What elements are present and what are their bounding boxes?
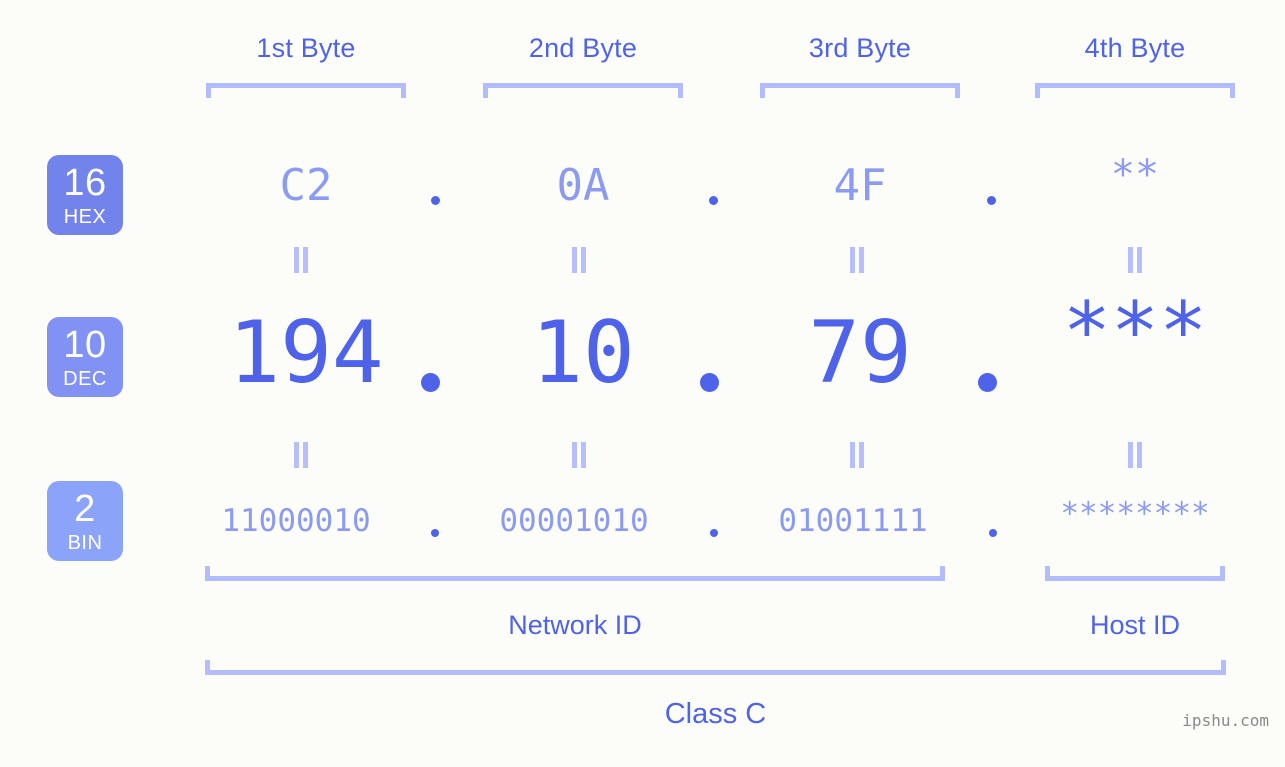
equals-mark-dec-bin-3 <box>849 442 865 468</box>
bin-value-byte-1: 11000010 <box>221 503 371 539</box>
equals-mark-hex-dec-3 <box>849 247 865 273</box>
site-watermark: ipshu.com <box>1182 711 1269 730</box>
bin-value-byte-3: 01001111 <box>778 503 928 539</box>
bin-value-byte-2: 00001010 <box>499 503 649 539</box>
equals-mark-hex-dec-4 <box>1127 247 1143 273</box>
equals-mark-hex-dec-2 <box>571 247 587 273</box>
byte-bracket-4 <box>1035 83 1235 98</box>
class-bracket <box>205 660 1226 675</box>
hex-separator-dot-2 <box>709 196 718 205</box>
equals-mark-hex-dec-1 <box>293 247 309 273</box>
class-label: Class C <box>664 698 767 730</box>
base-badge-dec-name: DEC <box>63 367 107 390</box>
hex-separator-dot-1 <box>431 196 440 205</box>
byte-header-4: 4th Byte <box>1084 33 1186 63</box>
network-id-bracket <box>205 566 945 581</box>
base-badge-bin-number: 2 <box>74 487 96 530</box>
base-badge-bin: 2 BIN <box>47 481 123 561</box>
base-badge-hex-name: HEX <box>63 205 107 228</box>
dec-separator-dot-1 <box>421 373 440 392</box>
network-id-label: Network ID <box>508 610 642 640</box>
bin-separator-dot-1 <box>431 529 439 537</box>
hex-value-byte-3: 4F <box>833 160 887 211</box>
byte-header-1: 1st Byte <box>256 33 356 63</box>
byte-header-2: 2nd Byte <box>528 33 638 63</box>
byte-bracket-3 <box>760 83 960 98</box>
host-id-bracket <box>1045 566 1225 581</box>
byte-bracket-1 <box>206 83 406 98</box>
bin-value-byte-4: ******** <box>1060 496 1210 532</box>
host-id-label: Host ID <box>1089 610 1181 640</box>
equals-mark-dec-bin-2 <box>571 442 587 468</box>
dec-separator-dot-2 <box>700 373 719 392</box>
byte-header-3: 3rd Byte <box>808 33 912 63</box>
ip-address-breakdown-diagram: 1st Byte 2nd Byte 3rd Byte 4th Byte 16 H… <box>0 0 1285 767</box>
hex-value-byte-4: ** <box>1110 152 1160 198</box>
hex-value-byte-2: 0A <box>556 160 610 211</box>
dec-value-byte-1: 194 <box>228 303 384 403</box>
byte-bracket-2 <box>483 83 683 98</box>
base-badge-dec: 10 DEC <box>47 317 123 397</box>
bin-separator-dot-2 <box>710 529 718 537</box>
bin-separator-dot-3 <box>989 529 997 537</box>
equals-mark-dec-bin-1 <box>293 442 309 468</box>
dec-separator-dot-3 <box>978 373 997 392</box>
equals-mark-dec-bin-4 <box>1127 442 1143 468</box>
base-badge-hex: 16 HEX <box>47 155 123 235</box>
dec-value-byte-4: *** <box>1062 285 1208 378</box>
base-badge-dec-number: 10 <box>63 323 107 366</box>
hex-separator-dot-3 <box>987 196 996 205</box>
base-badge-hex-number: 16 <box>63 161 107 204</box>
base-badge-bin-name: BIN <box>67 531 103 554</box>
hex-value-byte-1: C2 <box>279 160 333 211</box>
dec-value-byte-2: 10 <box>531 303 635 403</box>
dec-value-byte-3: 79 <box>808 303 912 403</box>
